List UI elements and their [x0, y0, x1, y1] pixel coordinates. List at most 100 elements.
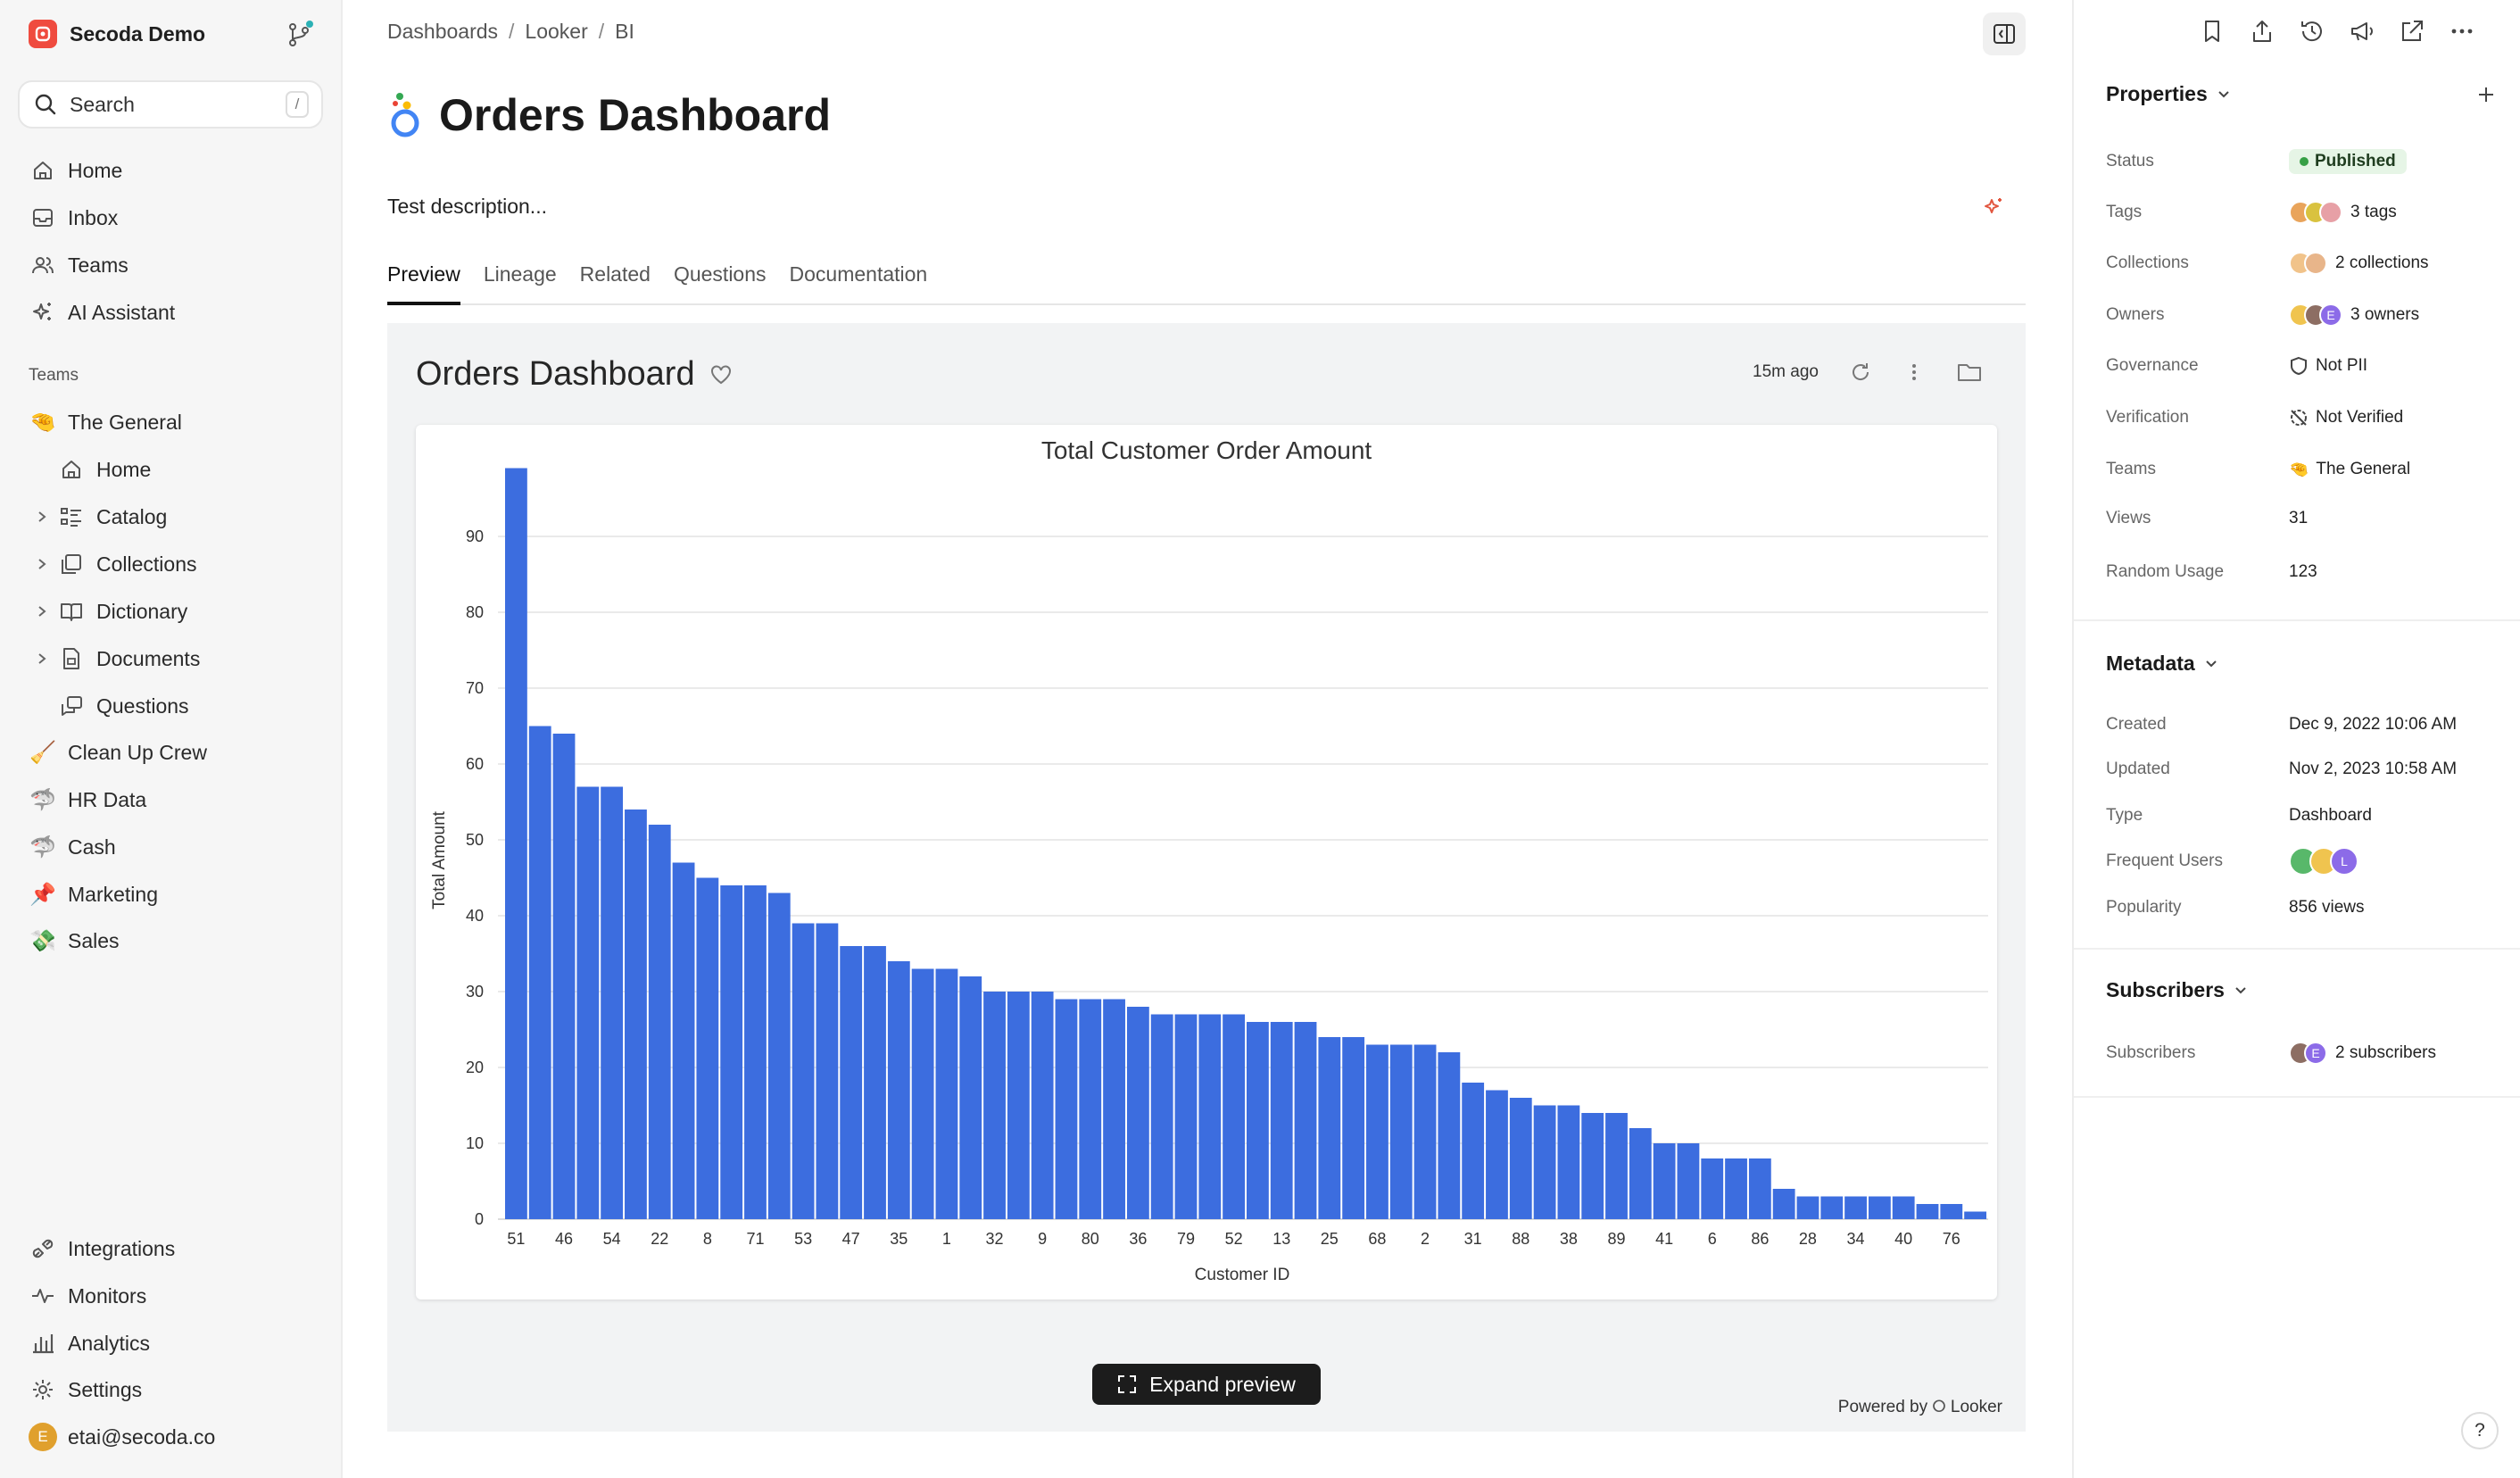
chart-bar[interactable] — [1940, 1204, 1963, 1219]
megaphone-icon[interactable] — [2349, 18, 2375, 45]
chart-bar[interactable] — [1653, 1143, 1676, 1219]
chart-bar[interactable] — [1174, 1014, 1198, 1220]
team-collections[interactable]: Collections — [57, 546, 197, 582]
bookmark-icon[interactable] — [2199, 18, 2226, 45]
chart-bar[interactable] — [552, 734, 576, 1219]
property-verification[interactable]: Verification Not Verified — [2106, 404, 2499, 431]
chart-bar[interactable] — [1007, 992, 1030, 1219]
property-random-usage[interactable]: Random Usage 123 — [2106, 559, 2499, 585]
tab-related[interactable]: Related — [580, 259, 651, 305]
chevron-right-icon[interactable] — [36, 605, 48, 618]
chart-bar[interactable] — [887, 961, 910, 1219]
nav-analytics[interactable]: Analytics — [29, 1325, 150, 1361]
chart-bar[interactable] — [1366, 1044, 1388, 1220]
chart-bar[interactable] — [1701, 1158, 1724, 1219]
tab-documentation[interactable]: Documentation — [790, 259, 928, 305]
property-collections[interactable]: Collections 2 collections — [2106, 250, 2499, 277]
team-dictionary[interactable]: Dictionary — [57, 594, 187, 629]
team-home[interactable]: Home — [57, 452, 151, 487]
status-badge[interactable]: Published — [2289, 149, 2407, 174]
chart-bar[interactable] — [1916, 1204, 1939, 1219]
nav-monitors[interactable]: Monitors — [29, 1278, 146, 1314]
team-sales[interactable]: 💸 Sales — [29, 923, 120, 959]
chart-bar[interactable] — [792, 923, 815, 1220]
chart-bar[interactable] — [528, 726, 551, 1220]
chart-bar[interactable] — [1462, 1083, 1485, 1219]
chart-bar[interactable] — [1486, 1090, 1508, 1220]
toggle-sidebar-button[interactable] — [1983, 12, 2026, 55]
chart-bar[interactable] — [1342, 1037, 1365, 1219]
share-icon[interactable] — [2249, 18, 2275, 45]
nav-home[interactable]: Home — [29, 153, 122, 188]
chart-bar[interactable] — [1820, 1196, 1844, 1220]
team-documents[interactable]: Documents — [57, 641, 200, 677]
chart-bar[interactable] — [625, 810, 647, 1219]
tab-preview[interactable]: Preview — [387, 259, 460, 305]
chart-bar[interactable] — [576, 786, 600, 1220]
chart-bar[interactable] — [911, 968, 934, 1220]
tab-lineage[interactable]: Lineage — [484, 259, 557, 305]
chart-bar[interactable] — [1748, 1158, 1771, 1219]
chart-bar[interactable] — [1318, 1037, 1341, 1219]
chart-bar[interactable] — [1557, 1105, 1580, 1220]
team-the-general[interactable]: 🤏 The General — [29, 404, 182, 440]
team-marketing[interactable]: 📌 Marketing — [29, 876, 158, 912]
chart-bar[interactable] — [1079, 999, 1102, 1220]
properties-header[interactable]: Properties — [2106, 82, 2231, 106]
frequent-user-avatars[interactable]: L — [2289, 847, 2358, 876]
expand-preview-button[interactable]: Expand preview — [1092, 1364, 1321, 1405]
chevron-right-icon[interactable] — [36, 511, 48, 523]
chart-bar[interactable] — [601, 786, 624, 1220]
chart-bar[interactable] — [1223, 1014, 1245, 1220]
property-owners[interactable]: Owners E 3 owners — [2106, 302, 2499, 328]
chart-bar[interactable] — [1270, 1022, 1293, 1219]
chart-bar[interactable] — [1796, 1196, 1820, 1220]
chart-bar[interactable] — [1198, 1014, 1222, 1220]
chart-bar[interactable] — [840, 946, 863, 1219]
external-link-icon[interactable] — [2399, 18, 2425, 45]
chart-bar[interactable] — [983, 992, 1006, 1219]
chart-bar[interactable] — [935, 968, 958, 1220]
chart-bar[interactable] — [816, 923, 839, 1220]
chart-bar[interactable] — [864, 946, 886, 1219]
chart-bar[interactable] — [1031, 992, 1054, 1219]
chart-bar[interactable] — [1629, 1128, 1652, 1219]
team-hr-data[interactable]: 🦈 HR Data — [29, 782, 146, 818]
chart-bar[interactable] — [1677, 1143, 1700, 1219]
chart-bar[interactable] — [648, 825, 671, 1219]
chart-bar[interactable] — [1150, 1014, 1173, 1220]
chart-bar[interactable] — [1438, 1052, 1461, 1219]
chart-bar[interactable] — [1247, 1022, 1269, 1219]
chart-bar[interactable] — [1868, 1196, 1891, 1220]
chart-bar[interactable] — [505, 468, 527, 1220]
ai-sparkle-icon[interactable] — [1981, 195, 2006, 220]
team-catalog[interactable]: Catalog — [57, 499, 167, 535]
heart-icon[interactable] — [709, 363, 733, 386]
history-icon[interactable] — [2299, 18, 2325, 45]
nav-inbox[interactable]: Inbox — [29, 200, 118, 236]
nav-ai-assistant[interactable]: AI Assistant — [29, 295, 175, 330]
breadcrumb-bi[interactable]: BI — [615, 20, 634, 44]
metadata-header[interactable]: Metadata — [2106, 652, 2218, 676]
tab-questions[interactable]: Questions — [674, 259, 767, 305]
property-governance[interactable]: Governance Not PII — [2106, 353, 2499, 379]
search-input[interactable]: Search / — [18, 80, 323, 129]
more-horizontal-icon[interactable] — [2449, 18, 2475, 45]
chart-bar[interactable] — [1055, 999, 1078, 1220]
subscribers-header[interactable]: Subscribers — [2106, 978, 2248, 1002]
chart-bar[interactable] — [1892, 1196, 1915, 1220]
chart-bar[interactable] — [1509, 1098, 1532, 1219]
chart-bar[interactable] — [1413, 1044, 1437, 1220]
workspace-switcher[interactable]: Secoda Demo — [29, 18, 205, 50]
chart-bar[interactable] — [1725, 1158, 1747, 1219]
team-questions[interactable]: Questions — [57, 688, 189, 724]
chart-bar[interactable] — [1964, 1211, 1986, 1220]
chart-bar[interactable] — [959, 976, 982, 1219]
folder-icon[interactable] — [1956, 361, 1983, 384]
chart-bar[interactable] — [672, 862, 695, 1220]
nav-teams[interactable]: Teams — [29, 247, 128, 283]
more-vertical-icon[interactable] — [1902, 361, 1926, 384]
chart-bar[interactable] — [1103, 999, 1125, 1220]
branch-icon[interactable] — [284, 20, 314, 50]
chevron-right-icon[interactable] — [36, 652, 48, 665]
